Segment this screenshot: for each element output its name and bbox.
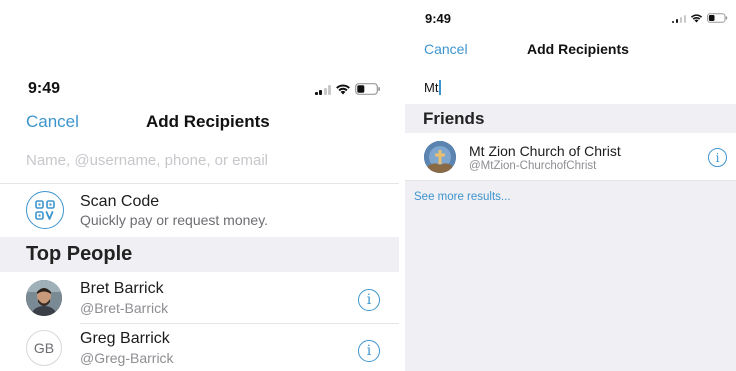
text-caret: [439, 79, 441, 95]
scan-code-title: Scan Code: [80, 192, 160, 210]
battery-icon: [355, 83, 381, 95]
divider: [80, 323, 399, 324]
nav-title: Add Recipients: [146, 112, 270, 131]
nav-bar: Cancel Add Recipients: [0, 110, 399, 134]
wifi-icon: [690, 13, 703, 23]
person-name: Bret Barrick: [80, 280, 164, 297]
left-screen: 9:49 Cancel Add Recipients Name, @userna…: [0, 0, 399, 371]
see-more-link[interactable]: See more results...: [414, 191, 511, 203]
person-handle: @Bret-Barrick: [80, 300, 169, 316]
scan-code-subtitle: Quickly pay or request money.: [80, 211, 269, 228]
right-screen: 9:49 Cancel Add Recipients Mt Friends Mt…: [405, 0, 736, 371]
cancel-button[interactable]: Cancel: [424, 41, 468, 57]
results-background: [405, 181, 736, 371]
avatar-initials: GB: [26, 330, 62, 366]
search-input[interactable]: Name, @username, phone, or email: [26, 152, 268, 169]
signal-icon: [671, 14, 686, 23]
scan-code-row[interactable]: Scan Code Quickly pay or request money.: [0, 185, 399, 235]
signal-icon: [314, 84, 331, 95]
list-item[interactable]: Mt Zion Church of Christ @MtZion-Churcho…: [405, 134, 736, 180]
result-name: Mt Zion Church of Christ: [469, 142, 621, 159]
nav-bar: Cancel Add Recipients: [405, 40, 736, 60]
person-handle: @Greg-Barrick: [80, 350, 174, 366]
qr-scan-icon: [26, 191, 64, 229]
divider: [0, 183, 399, 184]
section-header-friends: Friends: [405, 104, 736, 133]
status-icons: [314, 83, 382, 95]
status-icons: [671, 13, 729, 23]
status-time: 9:49: [28, 80, 61, 97]
nav-title: Add Recipients: [527, 41, 629, 57]
status-bar: 9:49: [0, 78, 399, 100]
section-header-top-people: Top People: [0, 237, 399, 272]
wifi-icon: [335, 83, 351, 95]
info-icon[interactable]: i: [708, 148, 727, 167]
info-icon[interactable]: i: [358, 340, 380, 362]
status-bar: 9:49: [405, 8, 736, 28]
status-time: 9:49: [425, 10, 452, 26]
avatar: [26, 280, 62, 316]
search-value: Mt: [424, 79, 439, 95]
list-item[interactable]: Bret Barrick @Bret-Barrick i: [0, 274, 399, 322]
list-item-text: Bret Barrick @Bret-Barrick: [80, 280, 168, 316]
cancel-button[interactable]: Cancel: [26, 112, 79, 132]
result-handle: @MtZion-ChurchofChrist: [469, 159, 597, 172]
info-icon[interactable]: i: [358, 289, 380, 311]
scan-code-text: Scan Code Quickly pay or request money.: [80, 193, 268, 228]
search-input[interactable]: Mt: [424, 78, 441, 96]
list-item-text: Greg Barrick @Greg-Barrick: [80, 330, 174, 366]
battery-icon: [707, 13, 728, 23]
avatar: [424, 141, 456, 173]
list-item[interactable]: GB Greg Barrick @Greg-Barrick i: [0, 325, 399, 371]
person-name: Greg Barrick: [80, 330, 170, 347]
list-item-text: Mt Zion Church of Christ @MtZion-Churcho…: [469, 143, 621, 172]
